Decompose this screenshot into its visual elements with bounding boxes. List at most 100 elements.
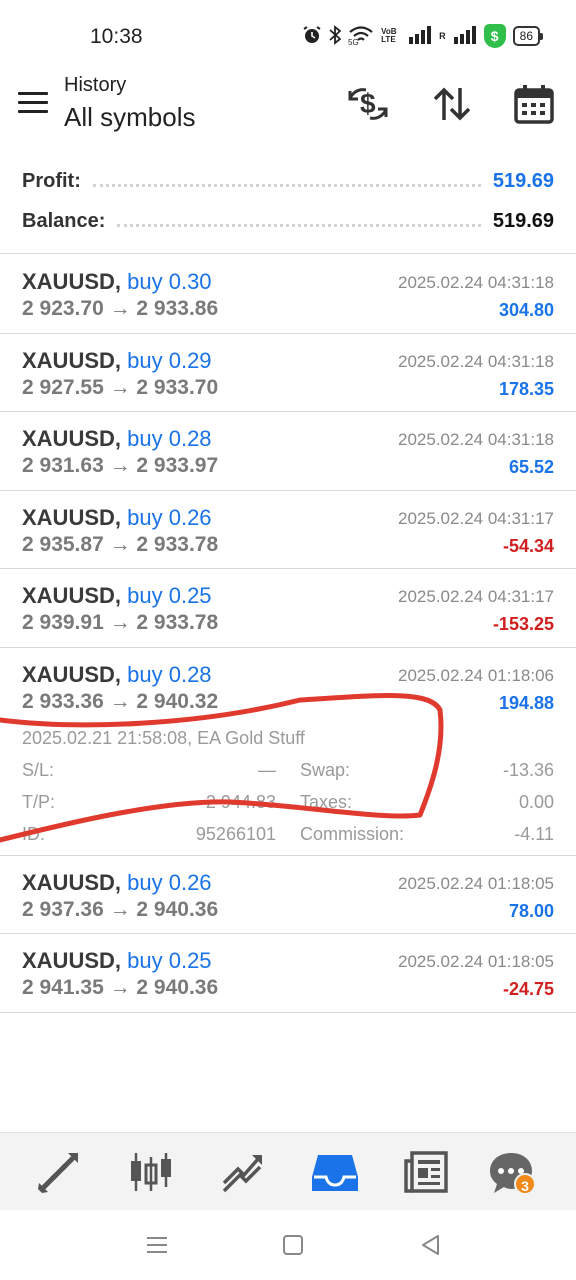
trade-profit: 65.52: [508, 457, 554, 477]
trade-time: 2025.02.24 04:31:17: [398, 587, 554, 606]
chat-badge: 3: [514, 1173, 536, 1195]
trade-side: buy 0.26: [127, 504, 212, 530]
trade-prices: 2 931.63 → 2 933.97: [22, 454, 219, 477]
id-value: 95266101: [195, 823, 276, 844]
security-shield-icon: $: [483, 24, 506, 48]
tp-value: 2 944.83: [205, 791, 276, 812]
trade-icon[interactable]: [218, 1147, 268, 1197]
trade-row[interactable]: XAUUSD, buy 0.29 2 927.55 → 2 933.70 202…: [0, 334, 576, 412]
sl-label: S/L:: [22, 759, 55, 780]
trade-row-expanded[interactable]: XAUUSD, buy 0.28 2 933.36 → 2 940.32 202…: [0, 648, 576, 856]
trade-row[interactable]: XAUUSD, buy 0.26 2 937.36 → 2 940.36 202…: [0, 856, 576, 934]
trade-time: 2025.02.24 04:31:18: [398, 273, 554, 292]
trade-symbol: XAUUSD,: [22, 869, 122, 895]
trade-prices: 2 933.36 → 2 940.32: [22, 689, 219, 713]
trade-side: buy 0.26: [127, 869, 212, 895]
header-subtitle: History: [64, 74, 127, 96]
trade-side: buy 0.28: [127, 426, 212, 451]
trade-prices: 2 939.91 → 2 933.78: [22, 611, 219, 634]
trade-profit: -24.75: [502, 979, 554, 999]
swap-value: -13.36: [502, 759, 554, 780]
trade-profit: 178.35: [498, 378, 554, 399]
id-label: ID:: [22, 823, 46, 844]
svg-text:$: $: [360, 88, 376, 119]
trade-time: 2025.02.24 01:18:05: [398, 873, 554, 893]
trade-time: 2025.02.24 04:31:18: [398, 351, 554, 371]
volte-icon: VoB LTE: [381, 27, 397, 44]
balance-value: 519.69: [492, 209, 554, 232]
chat-icon[interactable]: 3: [486, 1147, 536, 1197]
recent-apps-icon[interactable]: [144, 1232, 170, 1258]
trade-row[interactable]: XAUUSD, buy 0.28 2 931.63 → 2 933.97 202…: [0, 412, 576, 491]
dotted-leader: [92, 183, 481, 187]
trade-side: buy 0.28: [127, 661, 212, 687]
trade-row[interactable]: XAUUSD, buy 0.26 2 935.87 → 2 933.78 202…: [0, 491, 576, 569]
trade-prices: 2 935.87 → 2 933.78: [22, 532, 219, 556]
system-navigation-bar: [0, 1210, 576, 1280]
status-time: 10:38: [90, 25, 143, 48]
trade-symbol: XAUUSD,: [22, 347, 122, 373]
status-bar: 10:38 5G VoB LTE R $ 86: [0, 0, 576, 70]
trade-row[interactable]: XAUUSD, buy 0.25 2 939.91 → 2 933.78 202…: [0, 569, 576, 648]
tp-label: T/P:: [22, 791, 56, 812]
trade-prices: 2 941.35 → 2 940.36: [22, 976, 219, 999]
sort-icon[interactable]: [430, 82, 474, 126]
quotes-icon[interactable]: [34, 1147, 84, 1197]
page-title[interactable]: All symbols: [64, 102, 195, 133]
profit-row: Profit: 519.69: [22, 166, 554, 196]
balance-row: Balance: 519.69: [22, 206, 554, 236]
trade-profit: -153.25: [492, 614, 554, 634]
alarm-icon: [302, 25, 322, 48]
commission-value: -4.11: [514, 823, 554, 844]
profit-label: Profit:: [22, 169, 81, 192]
battery-icon: 86: [512, 26, 544, 46]
trade-side: buy 0.25: [127, 948, 212, 973]
trade-row[interactable]: XAUUSD, buy 0.25 2 941.35 → 2 940.36 202…: [0, 934, 576, 1013]
back-icon[interactable]: [418, 1232, 444, 1258]
profit-value: 519.69: [492, 169, 554, 192]
home-icon[interactable]: [280, 1232, 306, 1258]
trade-time: 2025.02.24 04:31:17: [398, 508, 554, 528]
trade-symbol: XAUUSD,: [22, 583, 122, 608]
trade-prices: 2 937.36 → 2 940.36: [22, 897, 219, 921]
taxes-value: 0.00: [518, 791, 554, 812]
trade-profit: 78.00: [508, 900, 554, 921]
trade-side: buy 0.29: [127, 347, 212, 373]
wifi-icon: 5G: [348, 25, 374, 48]
chart-icon[interactable]: [126, 1147, 176, 1197]
taxes-label: Taxes:: [300, 791, 353, 812]
trade-symbol: XAUUSD,: [22, 948, 122, 973]
calendar-icon[interactable]: [512, 82, 556, 126]
bottom-navigation: 3: [0, 1132, 576, 1210]
signal-icon: [408, 25, 432, 47]
trade-history-list: XAUUSD, buy 0.30 2 923.70 → 2 933.86 202…: [0, 255, 576, 1013]
trade-profit: 194.88: [498, 692, 554, 713]
trade-symbol: XAUUSD,: [22, 426, 122, 451]
trade-symbol: XAUUSD,: [22, 661, 122, 687]
trade-time: 2025.02.24 01:18:05: [398, 952, 554, 971]
status-icons: 5G VoB LTE R $ 86: [302, 24, 544, 48]
account-summary: Profit: 519.69 Balance: 519.69: [0, 162, 576, 254]
trade-open-info: 2025.02.21 21:58:08, EA Gold Stuff: [22, 727, 305, 748]
signal-icon-2: [453, 25, 477, 47]
balance-label: Balance:: [22, 209, 106, 232]
commission-label: Commission:: [300, 823, 405, 844]
deposit-withdraw-icon[interactable]: $: [346, 82, 390, 126]
bluetooth-icon: [329, 24, 342, 48]
trade-prices: 2 923.70 → 2 933.86: [22, 297, 219, 320]
sl-value: —: [258, 759, 276, 780]
trade-row[interactable]: XAUUSD, buy 0.30 2 923.70 → 2 933.86 202…: [0, 255, 576, 334]
trade-side: buy 0.30: [127, 269, 212, 294]
dotted-leader: [117, 223, 481, 227]
trade-symbol: XAUUSD,: [22, 504, 122, 530]
trade-time: 2025.02.24 04:31:18: [398, 430, 554, 449]
trade-time: 2025.02.24 01:18:06: [398, 665, 554, 685]
history-icon[interactable]: [310, 1147, 360, 1197]
trade-profit: 304.80: [498, 300, 554, 320]
hamburger-menu-icon[interactable]: [18, 92, 48, 114]
app-header: History All symbols $: [0, 70, 576, 152]
trade-profit: -54.34: [502, 535, 554, 556]
news-icon[interactable]: [402, 1147, 452, 1197]
trade-side: buy 0.25: [127, 583, 212, 608]
swap-label: Swap:: [300, 759, 351, 780]
